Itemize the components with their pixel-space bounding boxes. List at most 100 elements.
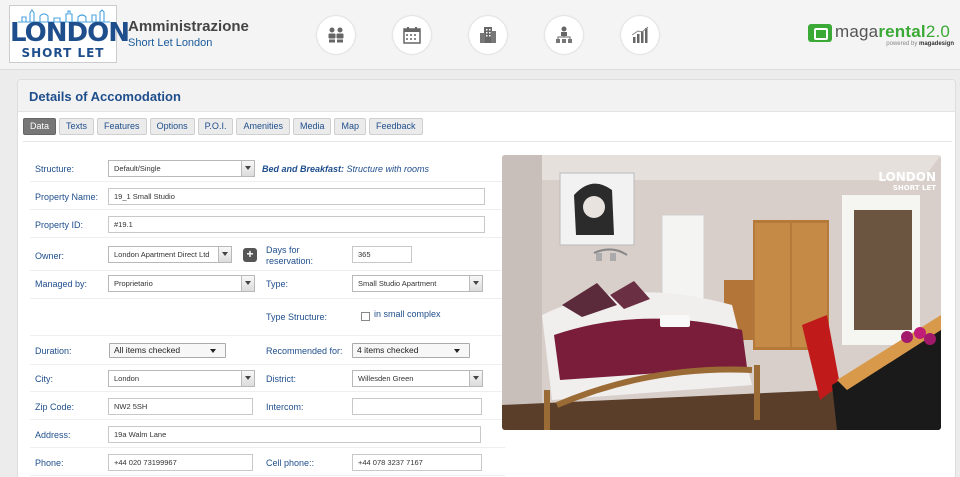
owner-select-value: London Apartment Direct Ltd xyxy=(114,250,210,259)
nav-organization-button[interactable] xyxy=(545,16,583,54)
tab-data[interactable]: Data xyxy=(23,118,57,135)
phone-label: Phone: xyxy=(35,458,64,468)
form-row-type-structure: Type Structure: in small complex xyxy=(30,299,505,336)
london-short-let-logo[interactable]: LONDON SHORT LET xyxy=(9,5,130,63)
accommodation-panel: Details of Accomodation Data Texts Featu… xyxy=(17,79,956,477)
address-label: Address: xyxy=(35,430,71,440)
form-row-zip-code: Zip Code: NW2 5SH Intercom: xyxy=(30,392,505,420)
form-row-property-id: Property ID: #19.1 xyxy=(30,210,505,238)
duration-label: Duration: xyxy=(35,346,72,356)
city-label: City: xyxy=(35,374,53,384)
owner-select[interactable]: London Apartment Direct Ltd xyxy=(108,246,232,263)
phone-input[interactable]: +44 020 73199967 xyxy=(108,454,253,471)
panel-header: Details of Accomodation xyxy=(18,80,955,112)
recommended-for-multiselect-value: 4 items checked xyxy=(357,345,419,355)
in-small-complex-checkbox[interactable] xyxy=(361,312,370,321)
property-id-input[interactable]: #19.1 xyxy=(108,216,485,233)
logo-short-let-text: SHORT LET xyxy=(21,46,105,60)
city-select[interactable]: London xyxy=(108,370,255,387)
recommended-for-multiselect[interactable]: 4 items checked xyxy=(352,343,470,358)
bedroom-photo-image: LONDON SHORT LET xyxy=(502,155,941,430)
property-name-label: Property Name: xyxy=(35,192,99,202)
users-icon xyxy=(328,27,344,43)
form-row-owner: Owner: London Apartment Direct Ltd + Day… xyxy=(30,238,505,271)
chevron-down-icon xyxy=(469,276,482,291)
brand-name: magarental2.0 xyxy=(835,22,951,41)
panel-title: Details of Accomodation xyxy=(29,89,181,104)
nav-users-button[interactable] xyxy=(317,16,355,54)
district-select[interactable]: Willesden Green xyxy=(352,370,483,387)
tab-separator xyxy=(23,141,952,142)
photo-watermark-line1: LONDON xyxy=(878,170,936,184)
tab-poi[interactable]: P.O.I. xyxy=(197,118,234,135)
intercom-input[interactable] xyxy=(352,398,482,415)
tab-map[interactable]: Map xyxy=(334,118,366,135)
chevron-down-icon xyxy=(241,161,254,176)
district-label: District: xyxy=(266,374,296,384)
cell-phone-label: Cell phone:: xyxy=(266,458,315,468)
address-input[interactable]: 19a Walm Lane xyxy=(108,426,481,443)
tab-features[interactable]: Features xyxy=(97,118,147,135)
form-row-managed-by: Managed by: Proprietario Type: Small Stu… xyxy=(30,271,505,299)
duration-multiselect-value: All items checked xyxy=(114,345,181,355)
type-select[interactable]: Small Studio Apartment xyxy=(352,275,483,292)
tab-media[interactable]: Media xyxy=(292,118,332,135)
app-title: Amministrazione xyxy=(128,18,249,35)
recommended-for-label: Recommended for: xyxy=(266,346,343,356)
form-row-property-name: Property Name: 19_1 Small Studio xyxy=(30,182,505,210)
managed-by-label: Managed by: xyxy=(35,279,88,289)
duration-multiselect[interactable]: All items checked xyxy=(109,343,226,358)
form-row-structure: Structure: Default/Single Bed and Breakf… xyxy=(30,155,505,182)
magarental-mark-icon xyxy=(808,24,832,42)
chevron-down-icon xyxy=(218,247,231,262)
days-for-reservation-label: Days for reservation: xyxy=(266,245,314,266)
magarental-logo[interactable]: magarental2.0 powered by magadesign xyxy=(808,22,956,50)
owner-label: Owner: xyxy=(35,251,65,261)
add-owner-button[interactable]: + xyxy=(243,248,257,262)
in-small-complex-label: in small complex xyxy=(374,309,441,319)
app-header: LONDON SHORT LET Amministrazione Short L… xyxy=(0,0,960,70)
plus-icon: + xyxy=(246,247,254,261)
organization-icon xyxy=(556,26,572,43)
tab-feedback[interactable]: Feedback xyxy=(369,118,423,135)
nav-statistics-button[interactable] xyxy=(621,16,659,54)
managed-by-select[interactable]: Proprietario xyxy=(108,275,255,292)
form-row-duration: Duration: All items checked Recommended … xyxy=(30,336,505,365)
photo-watermark-line2: SHORT LET xyxy=(893,184,936,192)
statistics-icon xyxy=(631,26,649,43)
chevron-down-icon xyxy=(241,371,254,386)
days-for-reservation-input[interactable]: 365 xyxy=(352,246,412,263)
triangle-down-icon xyxy=(210,349,216,353)
app-subtitle: Short Let London xyxy=(128,37,213,49)
zip-code-input[interactable]: NW2 5SH xyxy=(108,398,253,415)
type-select-value: Small Studio Apartment xyxy=(358,279,437,288)
chevron-down-icon xyxy=(241,276,254,291)
type-structure-label: Type Structure: xyxy=(266,312,328,322)
calendar-icon xyxy=(403,27,421,44)
nav-buildings-button[interactable] xyxy=(469,16,507,54)
logo-london-text: LONDON xyxy=(10,18,130,48)
form-row-address: Address: 19a Walm Lane xyxy=(30,420,505,448)
nav-calendar-button[interactable] xyxy=(393,16,431,54)
structure-label: Structure: xyxy=(35,164,75,174)
structure-description: Bed and Breakfast: Structure with rooms xyxy=(262,164,430,174)
zip-code-label: Zip Code: xyxy=(35,402,75,412)
chevron-down-icon xyxy=(469,371,482,386)
property-name-input[interactable]: 19_1 Small Studio xyxy=(108,188,485,205)
tab-options[interactable]: Options xyxy=(149,118,195,135)
managed-by-select-value: Proprietario xyxy=(114,279,153,288)
building-icon xyxy=(480,27,496,43)
triangle-down-icon xyxy=(454,349,460,353)
district-select-value: Willesden Green xyxy=(358,374,414,383)
brand-powered-by: powered by magadesign xyxy=(886,41,954,47)
structure-select-value: Default/Single xyxy=(114,164,161,173)
structure-select[interactable]: Default/Single xyxy=(108,160,255,177)
form-row-city: City: London District: Willesden Green xyxy=(30,365,505,392)
tab-amenities[interactable]: Amenities xyxy=(236,118,290,135)
form-row-phone: Phone: +44 020 73199967 Cell phone:: +44… xyxy=(30,448,505,476)
property-photo[interactable]: LONDON SHORT LET xyxy=(502,155,941,430)
tab-bar: Data Texts Features Options P.O.I. Ameni… xyxy=(23,118,423,135)
tab-texts[interactable]: Texts xyxy=(59,118,95,135)
city-select-value: London xyxy=(114,374,140,383)
cell-phone-input[interactable]: +44 078 3237 7167 xyxy=(352,454,482,471)
